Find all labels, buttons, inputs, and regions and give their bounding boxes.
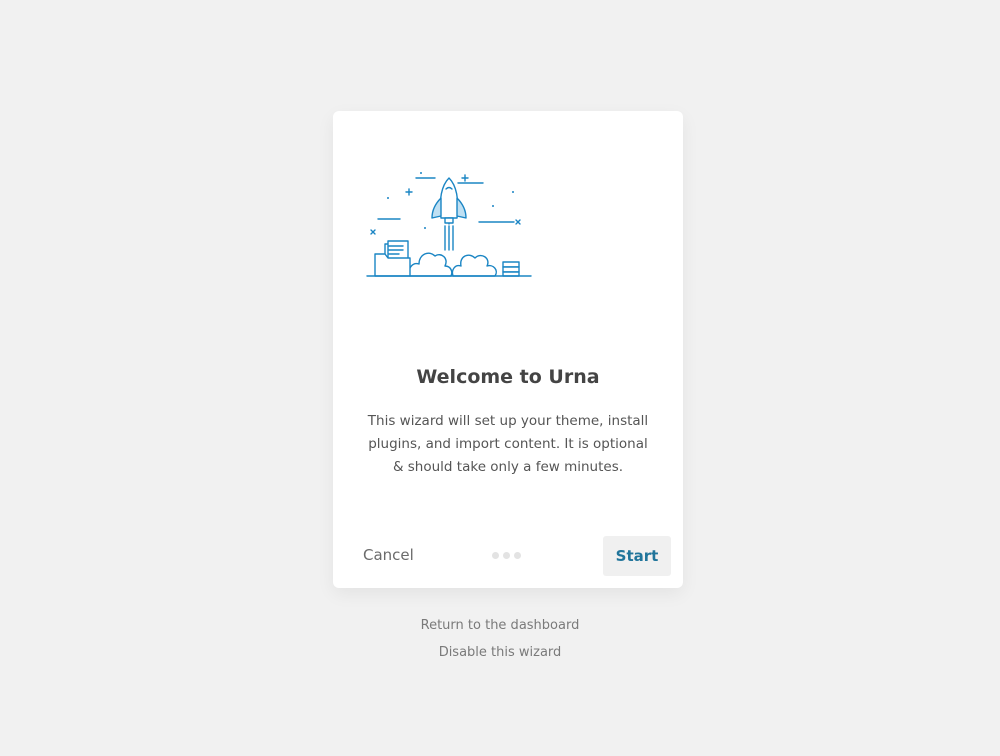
return-to-dashboard-link[interactable]: Return to the dashboard <box>0 618 1000 633</box>
step-dot-3 <box>514 552 521 559</box>
wizard-title: Welcome to Urna <box>416 366 600 388</box>
step-indicator <box>492 552 521 559</box>
cancel-button[interactable]: Cancel <box>363 545 414 565</box>
rocket-launch-illustration <box>366 172 532 277</box>
setup-wizard-card: Welcome to Urna This wizard will set up … <box>333 111 683 588</box>
step-dot-1 <box>492 552 499 559</box>
disable-wizard-link[interactable]: Disable this wizard <box>0 645 1000 660</box>
wizard-description: This wizard will set up your theme, inst… <box>367 413 649 475</box>
step-dot-2 <box>503 552 510 559</box>
start-button[interactable]: Start <box>603 536 671 576</box>
